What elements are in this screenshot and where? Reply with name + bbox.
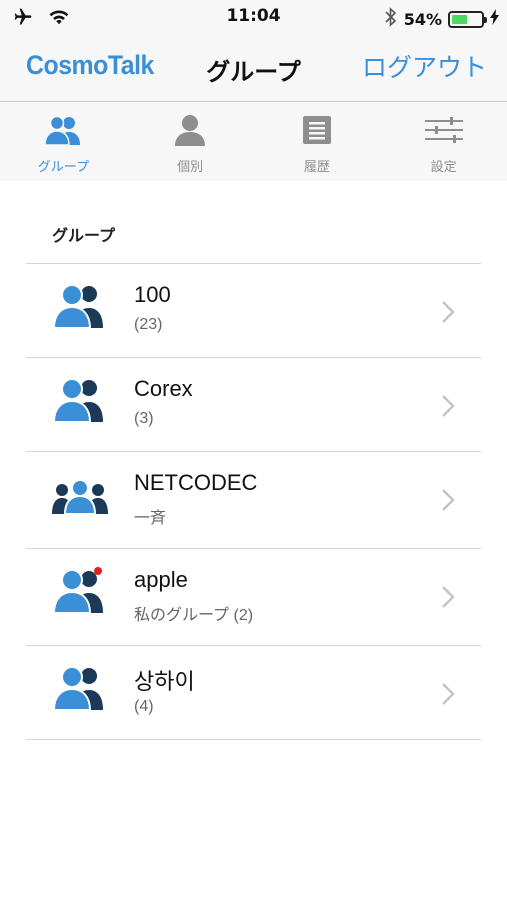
group-name: 상하이 — [134, 669, 195, 694]
tab-label: グループ — [37, 160, 89, 175]
group-row-apple[interactable]: apple 私のグループ (2) — [26, 549, 481, 646]
chevron-right-icon — [439, 300, 457, 324]
broadcast-group-icon — [52, 470, 108, 520]
navigation-bar: CosmoTalk グループ ログアウト — [0, 36, 507, 102]
section-header: グループ — [52, 226, 116, 245]
group-unread-icon — [52, 567, 108, 617]
tab-group[interactable]: グループ — [0, 103, 127, 181]
tab-bar: グループ 個別 履歴 設定 — [0, 103, 507, 181]
logout-button[interactable]: ログアウト — [362, 48, 487, 84]
group-name: 100 — [134, 282, 171, 307]
group-row-shanghai[interactable]: 상하이 (4) — [26, 646, 481, 740]
group-row-netcodec[interactable]: NETCODEC 一斉 — [26, 452, 481, 549]
settings-icon — [424, 113, 464, 147]
charging-icon — [490, 9, 499, 29]
tab-label: 履歴 — [303, 160, 330, 175]
status-bar: 11:04 54% — [0, 0, 507, 36]
battery-level — [452, 14, 468, 24]
chevron-right-icon — [439, 585, 457, 609]
tab-label: 個別 — [177, 160, 204, 175]
group-icon — [52, 282, 108, 332]
tab-settings[interactable]: 設定 — [380, 103, 507, 181]
history-icon — [297, 113, 337, 147]
group-subtitle: 私のグループ (2) — [134, 607, 254, 624]
status-right: 54% — [384, 7, 499, 31]
group-row-100[interactable]: 100 (23) — [26, 264, 481, 358]
group-name: NETCODEC — [134, 470, 258, 495]
battery-icon — [448, 10, 487, 28]
tab-individual[interactable]: 個別 — [127, 103, 254, 181]
tab-history[interactable]: 履歴 — [254, 103, 381, 181]
group-name: Corex — [134, 376, 193, 401]
person-icon — [170, 113, 210, 147]
chevron-right-icon — [439, 682, 457, 706]
bluetooth-icon — [384, 7, 398, 31]
group-member-count: (23) — [134, 316, 163, 333]
tab-label: 設定 — [430, 160, 457, 175]
group-icon — [43, 113, 83, 147]
group-row-corex[interactable]: Corex (3) — [26, 358, 481, 452]
group-member-count: (4) — [134, 698, 154, 715]
group-icon — [52, 664, 108, 714]
battery-percent: 54% — [403, 9, 442, 29]
group-icon — [52, 376, 108, 426]
chevron-right-icon — [439, 488, 457, 512]
group-subtitle: 一斉 — [134, 510, 167, 527]
group-name: apple — [134, 567, 188, 592]
group-list: 100 (23) Corex (3) NETCODEC 一斉 apple 私のグ… — [26, 263, 481, 740]
group-member-count: (3) — [134, 410, 154, 427]
chevron-right-icon — [439, 394, 457, 418]
